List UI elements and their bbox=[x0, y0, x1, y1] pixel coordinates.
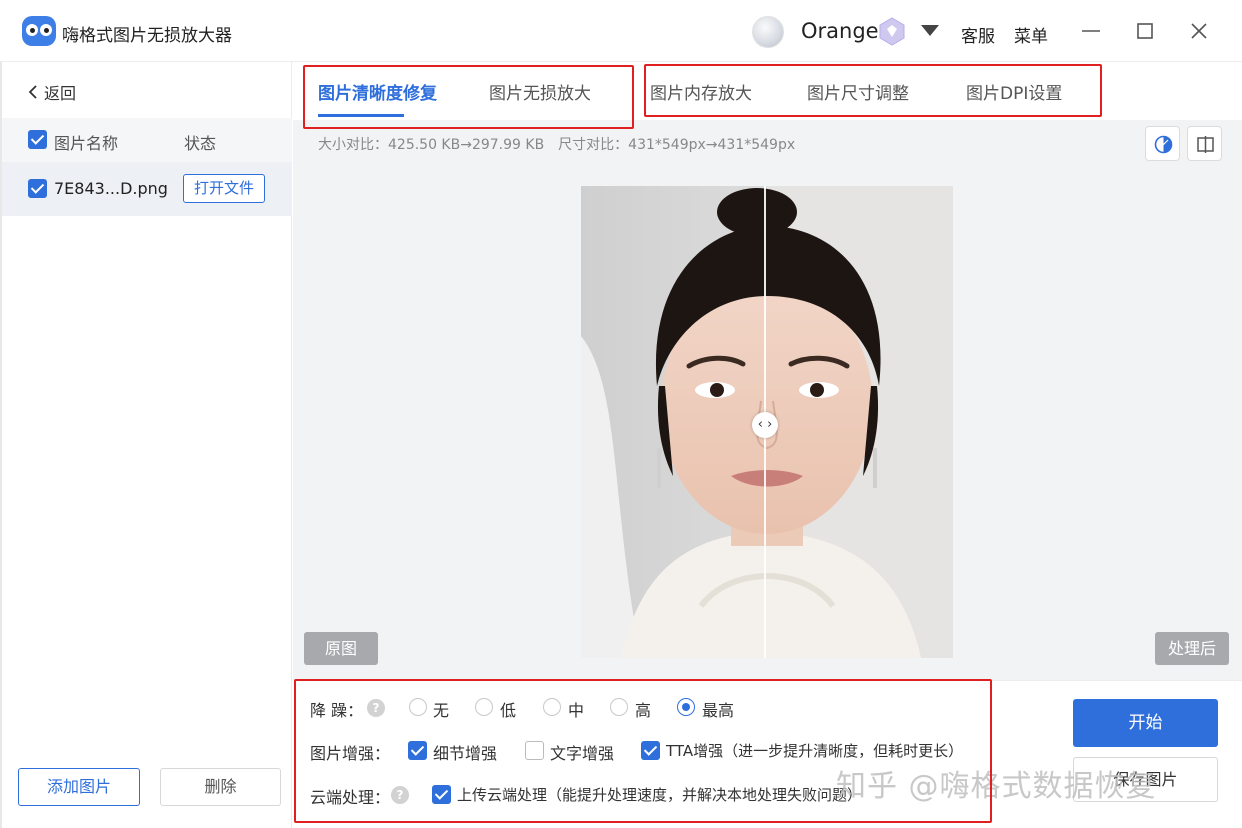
denoise-option-mid[interactable]: 中 bbox=[568, 697, 584, 721]
detail-enhance-option[interactable]: 细节增强 bbox=[433, 740, 497, 764]
app-title: 嗨格式图片无损放大器 bbox=[62, 26, 232, 46]
denoise-radio-none[interactable] bbox=[409, 698, 427, 716]
file-list-header: 图片名称 状态 bbox=[2, 118, 292, 162]
close-icon[interactable] bbox=[1186, 18, 1212, 44]
cloud-process-option[interactable]: 上传云端处理（能提升处理速度，并解决本地处理失败问题） bbox=[457, 784, 862, 805]
denoise-option-high[interactable]: 高 bbox=[635, 697, 651, 721]
tab-memory-upscale[interactable]: 图片内存放大 bbox=[650, 79, 752, 104]
text-enhance-option[interactable]: 文字增强 bbox=[550, 740, 614, 764]
denoise-radio-mid[interactable] bbox=[543, 698, 561, 716]
text-enhance-checkbox[interactable] bbox=[525, 741, 544, 760]
cloud-help-icon[interactable]: ? bbox=[391, 786, 409, 804]
file-sidebar: 返回 图片名称 状态 7E843...D.png 打开文件 添加图片 删除 bbox=[0, 62, 292, 828]
tta-enhance-option[interactable]: TTA增强（进一步提升清晰度，但耗时更长） bbox=[666, 740, 963, 761]
avatar[interactable] bbox=[752, 16, 784, 48]
select-all-checkbox[interactable] bbox=[28, 130, 47, 149]
minimize-icon[interactable] bbox=[1078, 18, 1104, 44]
denoise-option-low[interactable]: 低 bbox=[500, 697, 516, 721]
chevron-left-icon bbox=[28, 85, 37, 99]
back-label: 返回 bbox=[44, 84, 77, 103]
detail-enhance-checkbox[interactable] bbox=[408, 741, 427, 760]
original-image-label: 原图 bbox=[304, 632, 378, 665]
column-header-name: 图片名称 bbox=[54, 134, 119, 153]
feature-tabs: 图片清晰度修复 图片无损放大 图片内存放大 图片尺寸调整 图片DPI设置 bbox=[293, 62, 1242, 120]
denoise-option-none[interactable]: 无 bbox=[433, 697, 449, 721]
active-tab-indicator bbox=[318, 114, 404, 117]
cloud-process-checkbox[interactable] bbox=[432, 785, 451, 804]
file-checkbox[interactable] bbox=[28, 179, 47, 198]
split-circle-icon bbox=[1154, 135, 1173, 154]
file-row[interactable]: 7E843...D.png 打开文件 bbox=[2, 162, 292, 216]
settings-panel: 降 躁： ? 无 低 中 高 最高 图片增强： 细节增强 文字增强 TTA增强（… bbox=[293, 680, 1242, 828]
denoise-help-icon[interactable]: ? bbox=[367, 699, 385, 717]
split-view-button[interactable] bbox=[1145, 126, 1180, 161]
chevron-down-icon[interactable] bbox=[921, 25, 939, 36]
main-panel: 图片清晰度修复 图片无损放大 图片内存放大 图片尺寸调整 图片DPI设置 大小对… bbox=[293, 62, 1242, 828]
tab-size-adjust[interactable]: 图片尺寸调整 bbox=[807, 79, 909, 104]
owl-logo-icon bbox=[22, 16, 56, 46]
denoise-option-highest[interactable]: 最高 bbox=[702, 697, 734, 721]
drag-handle-icon[interactable]: ‹ › bbox=[752, 412, 778, 438]
enhance-label: 图片增强： bbox=[310, 744, 391, 763]
side-by-side-icon bbox=[1197, 136, 1214, 153]
denoise-radio-high[interactable] bbox=[610, 698, 628, 716]
maximize-icon[interactable] bbox=[1132, 18, 1158, 44]
tta-enhance-checkbox[interactable] bbox=[641, 741, 660, 760]
vip-badge-icon bbox=[879, 17, 905, 46]
delete-button[interactable]: 删除 bbox=[160, 768, 281, 806]
open-file-button[interactable]: 打开文件 bbox=[183, 174, 265, 203]
menu-link[interactable]: 菜单 bbox=[1014, 22, 1048, 47]
column-header-status: 状态 bbox=[184, 134, 217, 153]
denoise-radio-low[interactable] bbox=[475, 698, 493, 716]
tab-dpi-settings[interactable]: 图片DPI设置 bbox=[966, 79, 1062, 104]
cloud-label: 云端处理： bbox=[310, 788, 391, 807]
compare-info: 大小对比：425.50 KB→297.99 KB 尺寸对比：431*549px→… bbox=[318, 137, 796, 153]
tab-lossless-upscale[interactable]: 图片无损放大 bbox=[489, 79, 591, 104]
file-name: 7E843...D.png bbox=[54, 179, 168, 198]
side-by-side-button[interactable] bbox=[1187, 126, 1222, 161]
username[interactable]: Orange bbox=[801, 19, 879, 43]
processed-image-label: 处理后 bbox=[1155, 632, 1229, 665]
title-bar: 嗨格式图片无损放大器 Orange 客服 菜单 bbox=[0, 0, 1242, 62]
service-link[interactable]: 客服 bbox=[961, 22, 995, 47]
tab-clarity-repair[interactable]: 图片清晰度修复 bbox=[318, 79, 437, 104]
denoise-radio-highest[interactable] bbox=[677, 698, 695, 716]
back-button[interactable]: 返回 bbox=[28, 80, 76, 104]
portrait-comparison-image[interactable]: ‹ › bbox=[581, 186, 953, 658]
add-image-button[interactable]: 添加图片 bbox=[18, 768, 140, 806]
denoise-label: 降 躁： bbox=[310, 701, 364, 720]
start-button[interactable]: 开始 bbox=[1073, 699, 1218, 747]
watermark-text: 知乎 @嗨格式数据恢复 bbox=[836, 769, 1157, 804]
